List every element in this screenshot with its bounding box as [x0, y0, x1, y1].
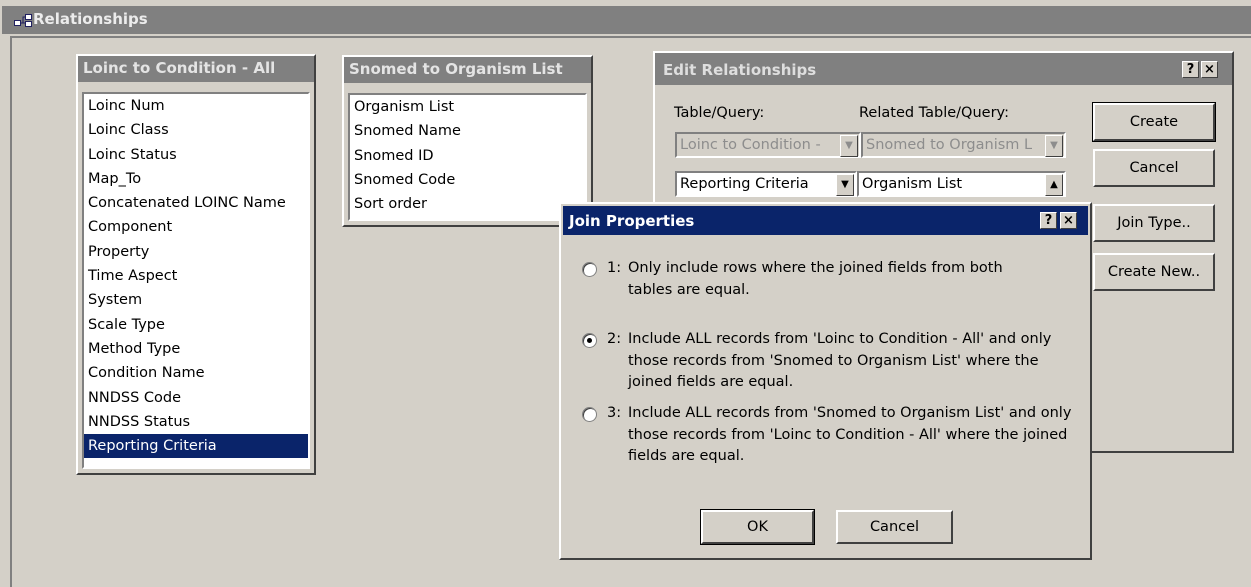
right-field-cell[interactable]: Organism List ▲ [857, 171, 1066, 197]
dialog-titlebar[interactable]: Edit Relationships ? × [655, 53, 1232, 85]
create-new-button[interactable]: Create New.. [1093, 253, 1215, 291]
combo-value: Snomed to Organism L [866, 137, 1033, 153]
field-list-item[interactable]: Snomed Name [350, 119, 585, 143]
join-option-1-number: 1: [607, 260, 622, 276]
field-list-item[interactable]: Reporting Criteria [84, 434, 308, 459]
field-list-item[interactable]: NNDSS Code [84, 386, 308, 410]
related-table-query-label: Related Table/Query: [859, 105, 1009, 121]
join-option-1-label[interactable]: Only include rows where the joined field… [628, 258, 1048, 301]
cancel-button[interactable]: Cancel [836, 510, 953, 544]
field-list-item[interactable]: Scale Type [84, 313, 308, 337]
join-option-3-radio[interactable] [582, 407, 597, 422]
join-option-2-number: 2: [607, 331, 622, 347]
field-list-item[interactable]: Method Type [84, 337, 308, 361]
field-list-item[interactable]: Loinc Num [84, 94, 308, 118]
dropdown-arrow-icon[interactable]: ▼ [836, 174, 854, 196]
scroll-up-icon[interactable]: ▲ [1045, 174, 1063, 196]
join-properties-dialog: Join Properties ? × 1: Only include rows… [559, 202, 1092, 560]
combo-value: Reporting Criteria [680, 176, 809, 192]
table-query-label: Table/Query: [674, 105, 765, 121]
relationships-window: Relationships Loinc to Condition - All L… [0, 0, 1251, 587]
field-list-item[interactable]: Map_To [84, 167, 308, 191]
field-list-item[interactable]: Time Aspect [84, 264, 308, 288]
field-list-item[interactable]: Component [84, 215, 308, 239]
join-option-3-number: 3: [607, 405, 622, 421]
field-list-item[interactable]: Condition Name [84, 361, 308, 385]
field-list-item[interactable]: Loinc Class [84, 118, 308, 142]
left-field-combo[interactable]: Reporting Criteria ▼ [675, 171, 857, 197]
ok-button[interactable]: OK [700, 509, 815, 545]
field-list-item[interactable]: Snomed Code [350, 168, 585, 192]
relationships-icon [14, 14, 32, 27]
join-option-1-radio[interactable] [582, 262, 597, 277]
window-titlebar[interactable]: Relationships [2, 6, 1251, 34]
field-list-item[interactable]: Sort order [350, 192, 585, 216]
field-list-item[interactable]: System [84, 288, 308, 312]
window-title: Relationships [33, 10, 148, 28]
join-option-3-label[interactable]: Include ALL records from 'Snomed to Orga… [628, 403, 1073, 468]
field-list-item[interactable]: NNDSS Status [84, 410, 308, 434]
cancel-button[interactable]: Cancel [1093, 149, 1215, 187]
join-type-button[interactable]: Join Type.. [1093, 204, 1215, 242]
combo-value: Organism List [862, 176, 963, 192]
dialog-title: Edit Relationships [663, 61, 817, 79]
help-button[interactable]: ? [1182, 61, 1199, 78]
join-option-2-label[interactable]: Include ALL records from 'Loinc to Condi… [628, 329, 1073, 394]
combo-value: Loinc to Condition - [680, 137, 821, 153]
field-list-item[interactable]: Snomed ID [350, 144, 585, 168]
close-button[interactable]: × [1201, 61, 1218, 78]
table-title[interactable]: Loinc to Condition - All [78, 56, 314, 82]
dropdown-arrow-icon: ▼ [1045, 135, 1063, 157]
field-list-item[interactable]: Organism List [350, 95, 585, 119]
field-list[interactable]: Organism List Snomed Name Snomed ID Snomed … [348, 93, 587, 221]
field-list[interactable]: Loinc Num Loinc Class Loinc Status Map_To Co… [82, 92, 310, 469]
table-loinc-to-condition[interactable]: Loinc to Condition - All Loinc Num Loinc … [76, 54, 316, 475]
field-list-item[interactable]: Property [84, 240, 308, 264]
table-query-combo: Loinc to Condition - ▼ [675, 132, 861, 158]
dialog-title: Join Properties [569, 212, 695, 230]
help-button[interactable]: ? [1040, 212, 1057, 229]
table-snomed-to-organism[interactable]: Snomed to Organism List Organism List Sno… [342, 55, 593, 227]
create-button[interactable]: Create [1092, 102, 1216, 142]
table-title[interactable]: Snomed to Organism List [344, 57, 591, 83]
dropdown-arrow-icon: ▼ [840, 135, 858, 157]
related-table-query-combo: Snomed to Organism L ▼ [861, 132, 1066, 158]
field-list-item[interactable]: Loinc Status [84, 143, 308, 167]
close-button[interactable]: × [1060, 212, 1077, 229]
dialog-titlebar[interactable]: Join Properties ? × [563, 206, 1088, 235]
field-list-item[interactable]: Concatenated LOINC Name [84, 191, 308, 215]
join-option-2-radio[interactable] [582, 333, 597, 348]
